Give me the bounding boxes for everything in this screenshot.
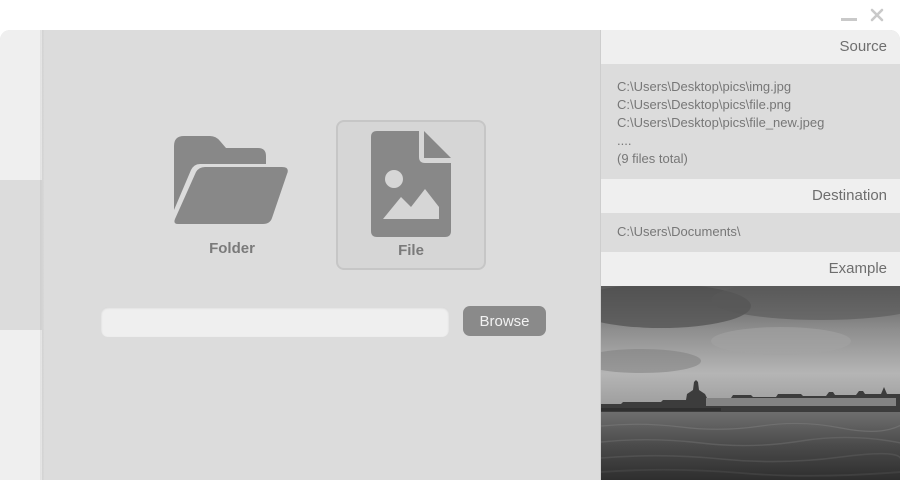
side-tab[interactable] <box>0 180 44 330</box>
list-item: C:\Users\Desktop\pics\file.png <box>617 97 792 112</box>
main-panel: Folder File Browse <box>44 30 600 480</box>
file-option-label: File <box>398 242 424 259</box>
list-item: C:\Users\Desktop\pics\img.jpg <box>617 79 792 94</box>
side-strip <box>0 330 42 480</box>
list-item: C:\Users\Desktop\pics\file_new.jpeg <box>617 115 825 130</box>
window-controls <box>840 6 886 24</box>
close-icon[interactable] <box>868 6 886 24</box>
list-item: .... <box>617 133 632 148</box>
source-header: Source <box>601 30 900 64</box>
browse-button[interactable]: Browse <box>463 306 546 336</box>
file-count: (9 files total) <box>617 151 688 166</box>
minimize-icon[interactable] <box>840 6 858 24</box>
destination-path: C:\Users\Documents\ <box>617 224 741 239</box>
example-header: Example <box>601 252 900 286</box>
destination-header: Destination <box>601 179 900 213</box>
source-file-list: C:\Users\Desktop\pics\img.jpg C:\Users\D… <box>617 78 887 168</box>
file-option[interactable]: File <box>336 120 486 270</box>
app-window: Folder File Browse Source C:\Users\Deskt… <box>0 30 900 480</box>
folder-open-icon <box>174 128 290 236</box>
folder-option[interactable]: Folder <box>157 120 307 270</box>
side-strip <box>0 30 42 180</box>
path-input[interactable] <box>101 307 449 337</box>
image-file-icon <box>371 130 451 238</box>
folder-option-label: Folder <box>209 240 255 257</box>
example-image <box>601 286 900 480</box>
info-panel: Source C:\Users\Desktop\pics\img.jpg C:\… <box>600 30 900 480</box>
